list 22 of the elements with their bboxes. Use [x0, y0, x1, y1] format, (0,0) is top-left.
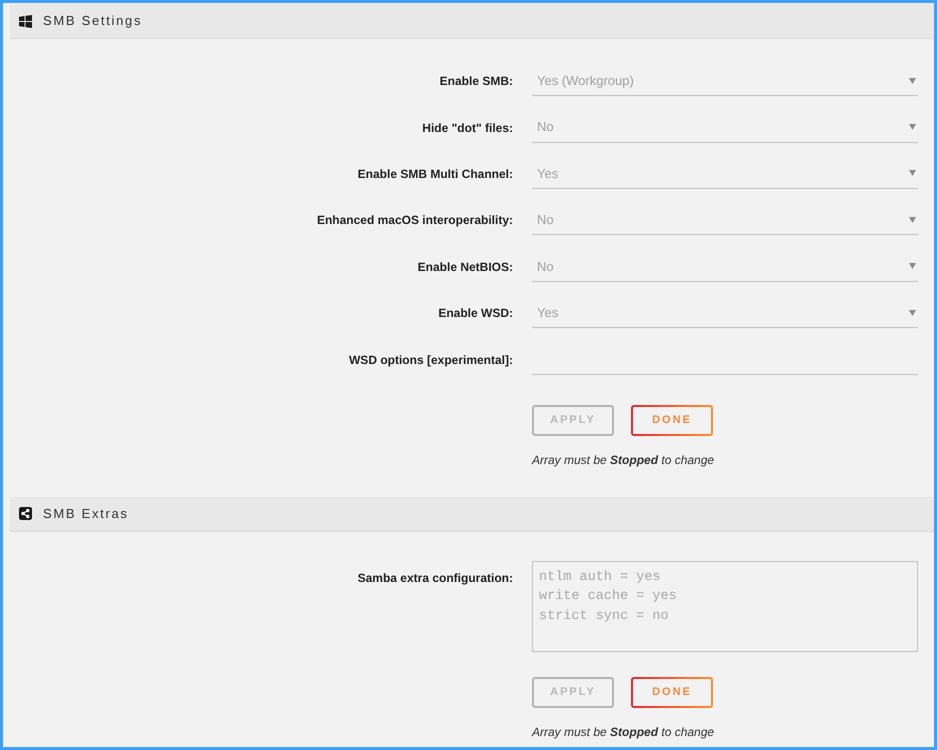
done-button[interactable]: DONE	[631, 676, 713, 708]
field-label: Enable WSD:	[438, 305, 513, 322]
field-label: Enable SMB:	[440, 73, 513, 90]
caret-icon	[909, 170, 916, 176]
section-title: SMB Extras	[43, 504, 129, 523]
done-button[interactable]: DONE	[631, 404, 713, 436]
field-label: Hide "dot" files:	[422, 120, 513, 137]
caret-icon	[909, 310, 916, 316]
field-label: Enhanced macOS interoperability:	[316, 212, 513, 230]
field-label: Samba extra configuration:	[358, 570, 513, 587]
caret-icon	[909, 78, 916, 84]
windows-logo-icon	[19, 14, 32, 28]
field-label: Enable NetBIOS:	[418, 258, 513, 276]
field-label: Enable SMB Multi Channel:	[358, 166, 513, 183]
caret-icon	[909, 263, 916, 270]
field-label: WSD options [experimental]:	[348, 352, 513, 369]
section-title: SMB Settings	[43, 12, 142, 30]
array-stopped-note: Array must be Stopped to change	[532, 724, 714, 740]
share-icon	[19, 507, 32, 520]
array-stopped-note: Array must be Stopped to change	[532, 452, 714, 468]
caret-icon	[909, 124, 916, 130]
caret-icon	[909, 216, 916, 223]
